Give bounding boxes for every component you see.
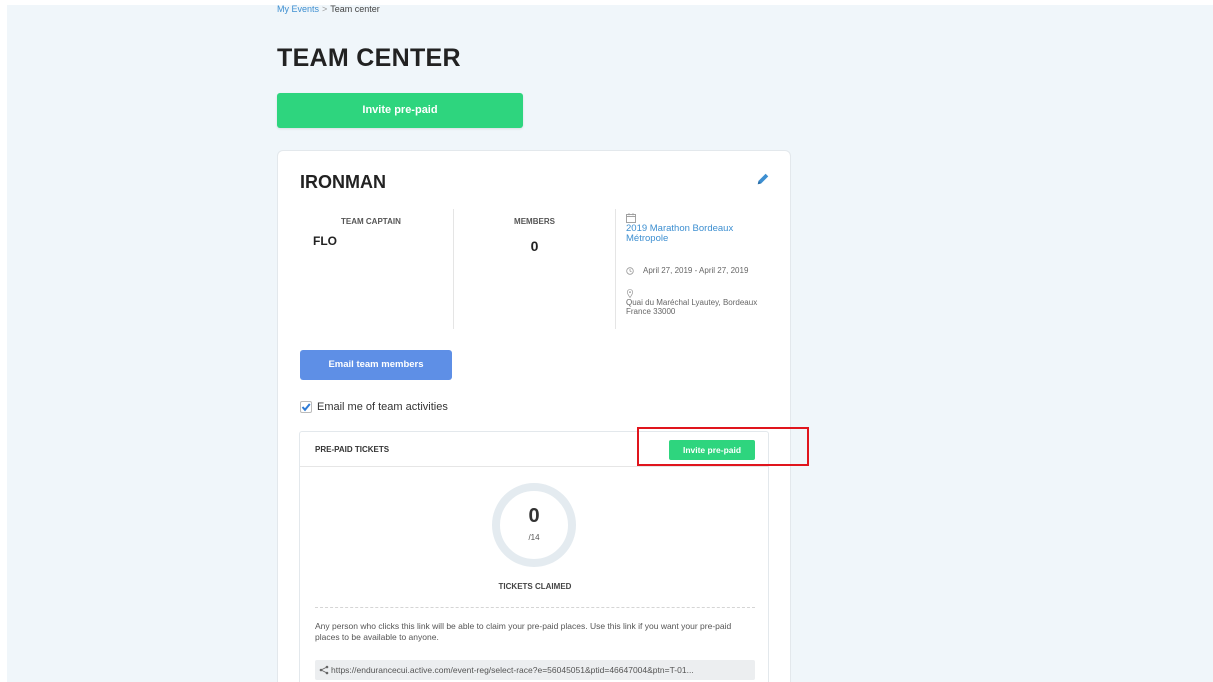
highlight-annotation-box bbox=[637, 427, 809, 466]
tickets-title: PRE-PAID TICKETS bbox=[315, 445, 390, 454]
team-name: IRONMAN bbox=[300, 172, 386, 192]
team-captain-name: FLO bbox=[313, 234, 337, 248]
share-icon bbox=[319, 665, 329, 675]
email-team-members-button[interactable]: Email team members bbox=[300, 350, 452, 380]
checkmark-icon bbox=[301, 403, 311, 412]
members-section: MEMBERS 0 bbox=[454, 209, 616, 329]
email-me-label: Email me of team activities bbox=[317, 401, 448, 413]
page-title: TEAM CENTER bbox=[277, 44, 461, 72]
team-captain-section: TEAM CAPTAIN FLO bbox=[300, 209, 454, 329]
event-name-link[interactable]: 2019 Marathon Bordeaux Métropole bbox=[626, 224, 776, 244]
clock-icon bbox=[626, 266, 634, 275]
share-link-description: Any person who clicks this link will be … bbox=[315, 621, 732, 642]
divider bbox=[315, 607, 755, 608]
tickets-claimed-total: /14 bbox=[528, 533, 540, 542]
invite-pre-paid-button[interactable]: Invite pre-paid bbox=[277, 93, 523, 128]
tickets-claimed-count: 0 bbox=[528, 505, 540, 527]
pencil-icon[interactable] bbox=[756, 172, 770, 186]
breadcrumb-my-events-link[interactable]: My Events bbox=[277, 4, 319, 14]
share-link-field[interactable]: https://endurancecui.active.com/event-re… bbox=[315, 660, 755, 680]
breadcrumb: My Events > Team center bbox=[277, 4, 380, 14]
event-info-section: 2019 Marathon Bordeaux Métropole April 2… bbox=[626, 209, 776, 329]
team-captain-label: TEAM CAPTAIN bbox=[341, 217, 401, 226]
tickets-claimed-label: TICKETS CLAIMED bbox=[498, 582, 572, 591]
members-label: MEMBERS bbox=[514, 217, 555, 226]
event-date: April 27, 2019 - April 27, 2019 bbox=[643, 266, 749, 275]
event-address: Quai du Maréchal Lyautey, Bordeaux Franc… bbox=[626, 298, 758, 316]
pre-paid-tickets-panel: PRE-PAID TICKETS Invite pre-paid 0 /14 T… bbox=[299, 431, 769, 682]
calendar-icon bbox=[626, 213, 636, 223]
email-me-checkbox[interactable] bbox=[300, 401, 312, 413]
breadcrumb-separator: > bbox=[322, 4, 328, 14]
map-pin-icon bbox=[626, 289, 634, 298]
breadcrumb-current: Team center bbox=[330, 4, 380, 14]
event-date-row: April 27, 2019 - April 27, 2019 bbox=[626, 266, 776, 275]
email-me-option: Email me of team activities bbox=[300, 401, 448, 413]
members-count: 0 bbox=[530, 238, 539, 254]
share-link-url: https://endurancecui.active.com/event-re… bbox=[331, 665, 694, 675]
team-card: IRONMAN TEAM CAPTAIN FLO MEMBERS 0 2019 … bbox=[277, 150, 791, 682]
